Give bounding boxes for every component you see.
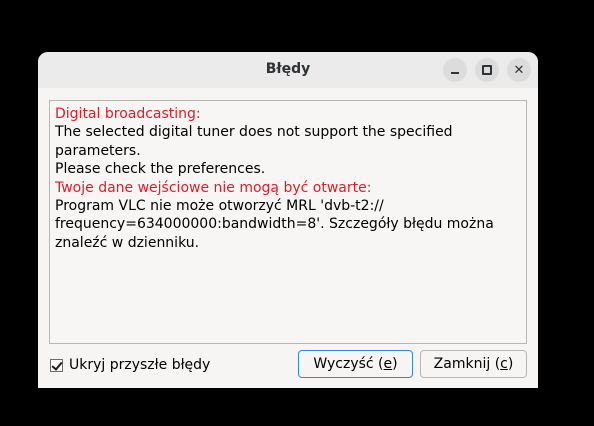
- suppress-errors-label[interactable]: Ukryj przyszłe błędy: [69, 357, 210, 373]
- error-entry: Twoje dane wejściowe nie mogą być otwart…: [55, 179, 521, 253]
- clear-button[interactable]: Wyczyść (e): [298, 350, 413, 378]
- suppress-errors-checkbox[interactable]: [50, 358, 63, 372]
- maximize-icon: [482, 65, 492, 75]
- checkmark-icon: [51, 358, 63, 371]
- minimize-icon: [451, 72, 459, 74]
- error-title: Digital broadcasting:: [55, 106, 201, 122]
- clear-label-prefix: Wyczyść (: [313, 356, 384, 372]
- clear-mnemonic: e: [383, 356, 393, 372]
- error-message: Program VLC nie może otworzyć MRL 'dvb-t…: [55, 198, 494, 251]
- error-title: Twoje dane wejściowe nie mogą być otwart…: [55, 179, 372, 196]
- suppress-errors-toggle[interactable]: Ukryj przyszłe błędy: [50, 357, 210, 373]
- clear-label-suffix: ): [392, 356, 398, 372]
- error-message: The selected digital tuner does not supp…: [55, 124, 453, 178]
- error-entry: Digital broadcasting: The selected digit…: [55, 105, 521, 179]
- minimize-button[interactable]: [443, 58, 467, 82]
- maximize-button[interactable]: [475, 58, 499, 82]
- error-log[interactable]: Digital broadcasting: The selected digit…: [49, 100, 527, 344]
- dialog-footer: Ukryj przyszłe błędy Wyczyść (e) Zamknij…: [38, 350, 538, 380]
- close-label-suffix: ): [507, 356, 514, 372]
- close-button[interactable]: Zamknij (c): [420, 350, 527, 378]
- close-window-button[interactable]: ✕: [507, 58, 531, 82]
- close-label-prefix: Zamknij (: [433, 356, 501, 372]
- titlebar[interactable]: Błędy ✕: [38, 52, 538, 88]
- close-icon: ✕: [513, 62, 525, 78]
- close-mnemonic: c: [500, 356, 508, 372]
- errors-dialog: Błędy ✕ Digital broadcasting: The select…: [38, 52, 538, 388]
